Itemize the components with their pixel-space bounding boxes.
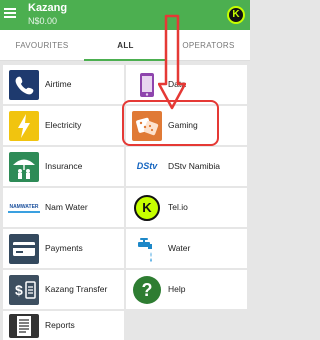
svg-text:$: $ <box>15 282 23 298</box>
lightning-icon <box>9 111 39 141</box>
service-label: Electricity <box>45 120 82 130</box>
service-label: Nam Water <box>45 202 88 212</box>
service-label: Help <box>168 284 186 294</box>
tab-favourites[interactable]: FAVOURITES <box>0 30 84 61</box>
balance-text: N$0.00 <box>28 16 58 26</box>
card-icon <box>9 234 39 264</box>
phone-icon <box>9 70 39 100</box>
tab-bar: FAVOURITES ALL OPERATORS <box>0 30 250 61</box>
tab-all[interactable]: ALL <box>84 30 167 61</box>
umbrella-family-icon <box>9 152 39 182</box>
service-label: Kazang Transfer <box>45 284 108 294</box>
question-mark: ? <box>133 276 161 304</box>
empty-cell <box>126 311 247 340</box>
service-label: DStv Namibia <box>168 161 220 171</box>
service-airtime[interactable]: Airtime <box>3 65 124 104</box>
service-payments[interactable]: Payments <box>3 229 124 268</box>
report-icon <box>9 314 39 338</box>
gaming-highlight-box <box>122 100 219 146</box>
tap-icon <box>132 234 162 264</box>
service-water[interactable]: Water <box>126 229 247 268</box>
service-label: Airtime <box>45 79 72 89</box>
service-data[interactable]: Data <box>126 65 247 104</box>
service-tel-io[interactable]: K Tel.io <box>126 188 247 227</box>
k-logo-letter: K <box>134 195 160 221</box>
namwater-logo-icon: NAMWATER <box>6 193 42 223</box>
service-label: Water <box>168 243 191 253</box>
service-label: Payments <box>45 243 83 253</box>
tab-indicator <box>84 59 167 61</box>
k-logo-icon: K <box>132 193 162 223</box>
service-nam-water[interactable]: NAMWATER Nam Water <box>3 188 124 227</box>
service-label: Tel.io <box>168 202 188 212</box>
kazang-logo-icon[interactable]: K <box>227 6 245 24</box>
question-icon: ? <box>132 275 162 305</box>
namwater-wave <box>8 211 40 213</box>
menu-icon[interactable] <box>4 8 16 20</box>
service-electricity[interactable]: Electricity <box>3 106 124 145</box>
money-transfer-icon: $ <box>9 275 39 305</box>
service-dstv-namibia[interactable]: DStv DStv Namibia <box>126 147 247 186</box>
annotation-arrow-icon <box>158 14 186 110</box>
service-label: Reports <box>45 320 75 330</box>
service-insurance[interactable]: Insurance <box>3 147 124 186</box>
app-title: Kazang <box>28 2 68 14</box>
service-help[interactable]: ? Help <box>126 270 247 309</box>
app-bar: Kazang N$0.00 K <box>0 0 250 30</box>
dstv-logo-icon: DStv <box>132 152 162 182</box>
service-kazang-transfer[interactable]: $ Kazang Transfer <box>3 270 124 309</box>
service-label: Insurance <box>45 161 83 171</box>
dstv-logo-text: DStv <box>136 161 158 171</box>
namwater-logo-text: NAMWATER <box>9 204 39 210</box>
service-reports[interactable]: Reports <box>3 311 124 340</box>
